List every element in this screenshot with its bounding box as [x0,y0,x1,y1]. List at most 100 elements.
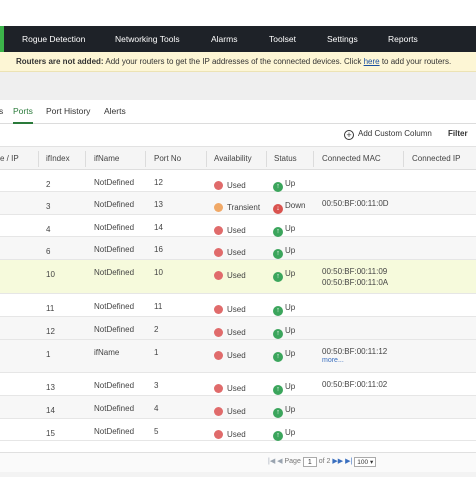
arrow-up-icon: ↑ [273,249,283,259]
page-label: Page [284,458,301,465]
col-separator [266,151,267,167]
col-header-availability[interactable]: Availability [214,147,252,171]
cell-ifname: NotDefined [94,223,135,232]
col-header-name-ip[interactable]: e / IP [0,147,19,171]
availability-label: Used [227,248,246,257]
col-separator [313,151,314,167]
cell-ifindex: 3 [46,202,51,211]
header-spacer [0,72,476,100]
col-header-status[interactable]: Status [274,147,297,171]
tab-bar: s Ports Port History Alerts [0,102,476,124]
table-row[interactable]: 14 NotDefined 4 Used ↑ Up [0,396,476,419]
table-row[interactable]: 10 NotDefined 10 Used ↑ Up 00:50:BF:00:11:09 00… [0,260,476,294]
tab-partial[interactable]: s [0,106,3,124]
arrow-up-icon: ↑ [273,408,283,418]
pagination-bar: |◀ ◀ Page 1 of 2 ▶▶ ▶| 100 ▾ [0,452,476,472]
page-number-input[interactable]: 1 [302,457,317,467]
cell-port-no: 10 [154,268,163,277]
banner-text-1: Add your routers to get the IP addresses… [103,57,364,66]
nav-item-reports[interactable]: Reports [388,26,418,52]
cell-availability: Used [214,351,246,360]
arrow-up-icon: ↑ [273,306,283,316]
tab-port-history[interactable]: Port History [46,106,90,124]
availability-dot-icon [214,181,223,190]
availability-dot-icon [214,351,223,360]
table-row[interactable]: 12 NotDefined 2 Used ↑ Up [0,317,476,340]
table-row[interactable]: 4 NotDefined 14 Used ↑ Up [0,215,476,237]
last-page-icon[interactable]: ▶| [345,457,352,465]
arrow-up-icon: ↑ [273,182,283,192]
cell-port-no: 13 [154,200,163,209]
cell-ifindex: 15 [46,429,55,438]
cell-port-no: 4 [154,404,159,413]
next-page-icon[interactable]: ▶▶ [332,457,343,465]
cell-connected-mac: 00:50:BF:00:11:02 [322,379,387,390]
cell-port-no: 11 [154,302,163,311]
table-row[interactable]: 6 NotDefined 16 Used ↑ Up [0,237,476,260]
table-header: e / IP ifIndex ifName Port No Availabili… [0,146,476,170]
add-custom-column-button[interactable]: + Add Custom Column [344,129,432,140]
table-row[interactable]: 11 NotDefined 11 Used ↑ Up [0,294,476,317]
table-row[interactable]: 13 NotDefined 3 Used ↑ Up 00:50:BF:00:11:02 [0,373,476,396]
tab-ports[interactable]: Ports [13,106,33,124]
arrow-up-icon: ↑ [273,431,283,441]
routers-banner: Routers are not added: Add your routers … [0,52,476,72]
availability-label: Used [227,328,246,337]
filter-button[interactable]: Filter [448,129,468,138]
cell-ifname: NotDefined [94,268,135,277]
add-custom-column-label: Add Custom Column [358,129,432,138]
page-count: of 2 [318,458,331,465]
cell-availability: Used [214,305,246,314]
cell-availability: Transient [214,203,260,212]
col-header-ifindex[interactable]: ifIndex [46,147,70,171]
cell-ifindex: 1 [46,350,51,359]
cell-availability: Used [214,248,246,257]
status-label: Up [285,326,296,335]
cell-ifindex: 6 [46,247,51,256]
cell-availability: Used [214,271,246,280]
tab-alerts[interactable]: Alerts [104,106,126,124]
cell-ifindex: 13 [46,383,55,392]
table-row[interactable]: 15 NotDefined 5 Used ↑ Up [0,419,476,441]
prev-page-icon[interactable]: ◀ [277,457,282,465]
col-header-connected-mac[interactable]: Connected MAC [322,147,381,171]
cell-status: ↑ Up [273,349,295,362]
cell-port-no: 14 [154,223,163,232]
col-header-ifname[interactable]: ifName [94,147,119,171]
col-header-port-no[interactable]: Port No [154,147,181,171]
col-header-connected-ip[interactable]: Connected IP [412,147,460,171]
cell-port-no: 1 [154,348,159,357]
page-size-select[interactable]: 100 ▾ [354,457,377,467]
nav-accent-bar [0,26,4,52]
table-row[interactable]: 3 NotDefined 13 Transient ↓ Down 00:50:BF:00:1… [0,192,476,215]
banner-here-link[interactable]: here [364,57,380,66]
nav-item-networking-tools[interactable]: Networking Tools [115,26,180,52]
cell-ifname: NotDefined [94,302,135,311]
table-row[interactable]: 2 NotDefined 12 Used ↑ Up [0,170,476,192]
availability-dot-icon [214,271,223,280]
cell-port-no: 3 [154,381,159,390]
cell-status: ↑ Up [273,246,295,259]
nav-item-rogue-detection[interactable]: Rogue Detection [22,26,85,52]
arrow-up-icon: ↑ [273,272,283,282]
cell-availability: Used [214,181,246,190]
top-nav: Rogue Detection Networking Tools Alarms … [0,26,476,52]
availability-dot-icon [214,328,223,337]
availability-label: Used [227,181,246,190]
table-row[interactable]: 1 ifName 1 Used ↑ Up 00:50:BF:00:11:12 more... [0,340,476,373]
first-page-icon[interactable]: |◀ [268,457,275,465]
cell-ifindex: 12 [46,327,55,336]
availability-dot-icon [214,407,223,416]
cell-port-no: 5 [154,427,159,436]
cell-availability: Used [214,430,246,439]
cell-ifindex: 4 [46,225,51,234]
status-label: Up [285,246,296,255]
status-label: Up [285,428,296,437]
nav-item-alarms[interactable]: Alarms [211,26,237,52]
more-link[interactable]: more... [322,357,387,364]
nav-item-settings[interactable]: Settings [327,26,358,52]
cell-connected-mac: 00:50:BF:00:11:09 00:50:BF:00:11:0A [322,266,388,288]
arrow-up-icon: ↑ [273,352,283,362]
nav-item-toolset[interactable]: Toolset [269,26,296,52]
availability-label: Used [227,226,246,235]
